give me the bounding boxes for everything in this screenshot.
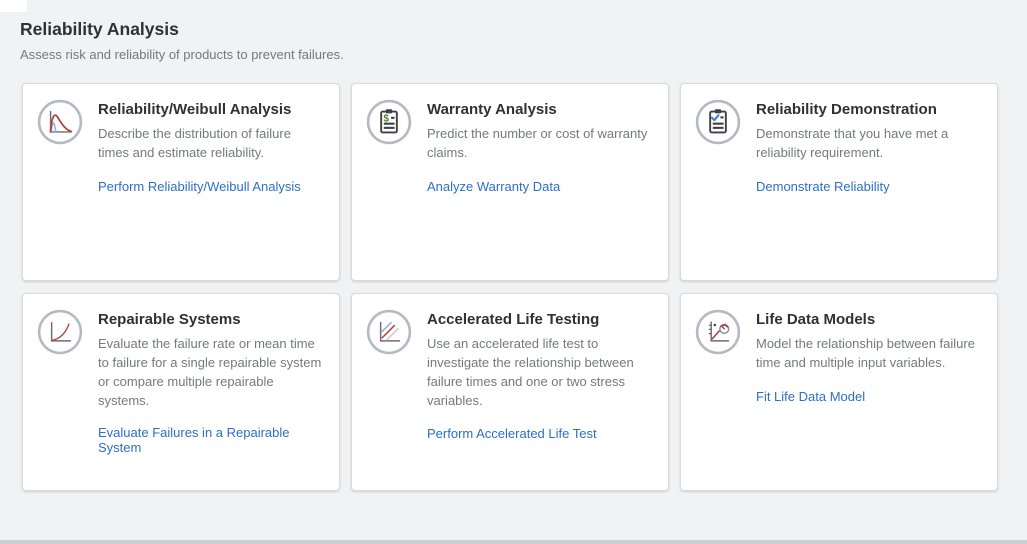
card-title: Accelerated Life Testing bbox=[427, 311, 652, 328]
card-description: Model the relationship between failure t… bbox=[756, 335, 981, 373]
page-subtitle: Assess risk and reliability of products … bbox=[20, 47, 1007, 62]
window-bottom-edge bbox=[0, 540, 1027, 544]
card-description: Evaluate the failure rate or mean time t… bbox=[98, 335, 323, 410]
card-description: Demonstrate that you have met a reliabil… bbox=[756, 125, 981, 163]
stress-lines-plot-icon bbox=[366, 309, 412, 355]
demonstrate-reliability-link[interactable]: Demonstrate Reliability bbox=[756, 179, 890, 194]
checklist-clipboard-icon bbox=[695, 99, 741, 145]
card-description: Predict the number or cost of warranty c… bbox=[427, 125, 652, 163]
card-repairable-systems: Repairable Systems Evaluate the failure … bbox=[22, 293, 340, 491]
card-life-data-models: Life Data Models Model the relationship … bbox=[680, 293, 998, 491]
fit-life-data-model-link[interactable]: Fit Life Data Model bbox=[756, 389, 865, 404]
page-header: Reliability Analysis Assess risk and rel… bbox=[0, 0, 1027, 62]
analyze-warranty-data-link[interactable]: Analyze Warranty Data bbox=[427, 179, 560, 194]
card-accelerated-life-testing: Accelerated Life Testing Use an accelera… bbox=[351, 293, 669, 491]
card-description: Describe the distribution of failure tim… bbox=[98, 125, 323, 163]
card-reliability-demonstration: Reliability Demonstration Demonstrate th… bbox=[680, 83, 998, 281]
regression-gauge-icon bbox=[695, 309, 741, 355]
card-reliability-weibull-analysis: Reliability/Weibull Analysis Describe th… bbox=[22, 83, 340, 281]
window-corner-notch bbox=[0, 0, 27, 12]
card-title: Reliability Demonstration bbox=[756, 101, 981, 118]
module-card-grid: Reliability/Weibull Analysis Describe th… bbox=[22, 83, 1027, 491]
perform-reliability-weibull-analysis-link[interactable]: Perform Reliability/Weibull Analysis bbox=[98, 179, 301, 194]
failure-growth-curve-icon bbox=[37, 309, 83, 355]
card-title: Reliability/Weibull Analysis bbox=[98, 101, 323, 118]
card-title: Warranty Analysis bbox=[427, 101, 652, 118]
weibull-distribution-icon bbox=[37, 99, 83, 145]
card-warranty-analysis: $ Warranty Analysis Predict the number o… bbox=[351, 83, 669, 281]
page-title: Reliability Analysis bbox=[20, 19, 1007, 40]
card-title: Repairable Systems bbox=[98, 311, 323, 328]
warranty-clipboard-icon: $ bbox=[366, 99, 412, 145]
perform-accelerated-life-test-link[interactable]: Perform Accelerated Life Test bbox=[427, 426, 597, 441]
card-description: Use an accelerated life test to investig… bbox=[427, 335, 652, 410]
card-title: Life Data Models bbox=[756, 311, 981, 328]
evaluate-failures-repairable-system-link[interactable]: Evaluate Failures in a Repairable System bbox=[98, 425, 323, 455]
